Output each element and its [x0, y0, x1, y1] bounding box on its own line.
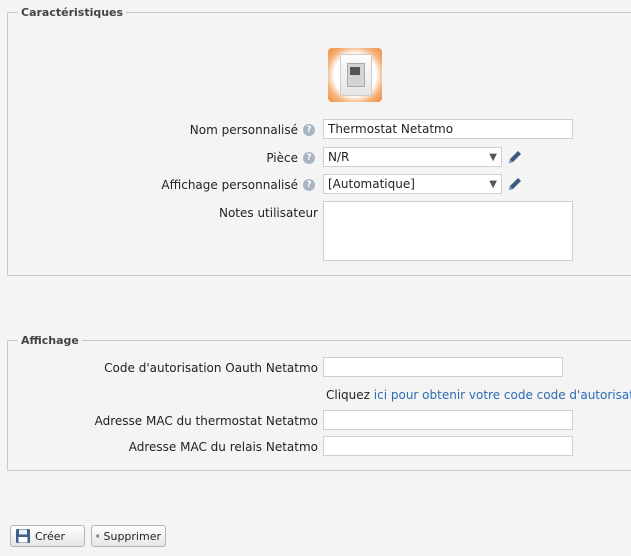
floppy-disk-icon: [16, 529, 30, 543]
room-label: Pièce: [266, 151, 298, 165]
oauth-hint: Cliquez ici pour obtenir votre code code…: [326, 388, 631, 402]
oauth-hint-prefix: Cliquez: [326, 388, 370, 402]
help-icon[interactable]: ?: [303, 179, 315, 191]
room-select-value: N/R: [328, 150, 350, 164]
create-button-label: Créer: [35, 529, 66, 543]
delete-button-label: Supprimer: [103, 529, 161, 543]
chevron-down-icon: ▼: [489, 152, 497, 163]
mac-relay-label: Adresse MAC du relais Netatmo: [128, 440, 318, 454]
room-select[interactable]: N/R ▼: [323, 147, 502, 167]
help-icon[interactable]: ?: [303, 124, 315, 136]
mac-thermostat-input[interactable]: [323, 410, 573, 430]
mac-relay-input[interactable]: [323, 436, 573, 456]
characteristics-legend: Caractéristiques: [18, 6, 127, 19]
oauth-code-link[interactable]: ici pour obtenir votre code code d'autor…: [374, 388, 631, 402]
custom-display-select-value: [Automatique]: [328, 177, 415, 191]
oauth-code-label: Code d'autorisation Oauth Netatmo: [104, 361, 318, 375]
custom-name-label: Nom personnalisé: [189, 123, 298, 137]
chevron-down-icon: ▼: [489, 179, 497, 190]
pencil-icon[interactable]: [506, 175, 524, 193]
user-notes-label: Notes utilisateur: [218, 206, 318, 220]
create-button[interactable]: Créer: [10, 525, 85, 547]
delete-button[interactable]: Supprimer: [91, 525, 166, 547]
custom-display-label: Affichage personnalisé: [161, 178, 298, 192]
user-notes-textarea[interactable]: [323, 201, 573, 261]
custom-name-input[interactable]: Thermostat Netatmo: [323, 119, 573, 139]
custom-display-select[interactable]: [Automatique] ▼: [323, 174, 502, 194]
mac-thermostat-label: Adresse MAC du thermostat Netatmo: [94, 414, 318, 428]
help-icon[interactable]: ?: [303, 152, 315, 164]
pencil-icon[interactable]: [506, 148, 524, 166]
display-legend: Affichage: [18, 334, 82, 347]
thermostat-device-image: [328, 48, 382, 102]
oauth-code-input[interactable]: [323, 357, 563, 377]
minus-circle-icon: [96, 534, 100, 538]
